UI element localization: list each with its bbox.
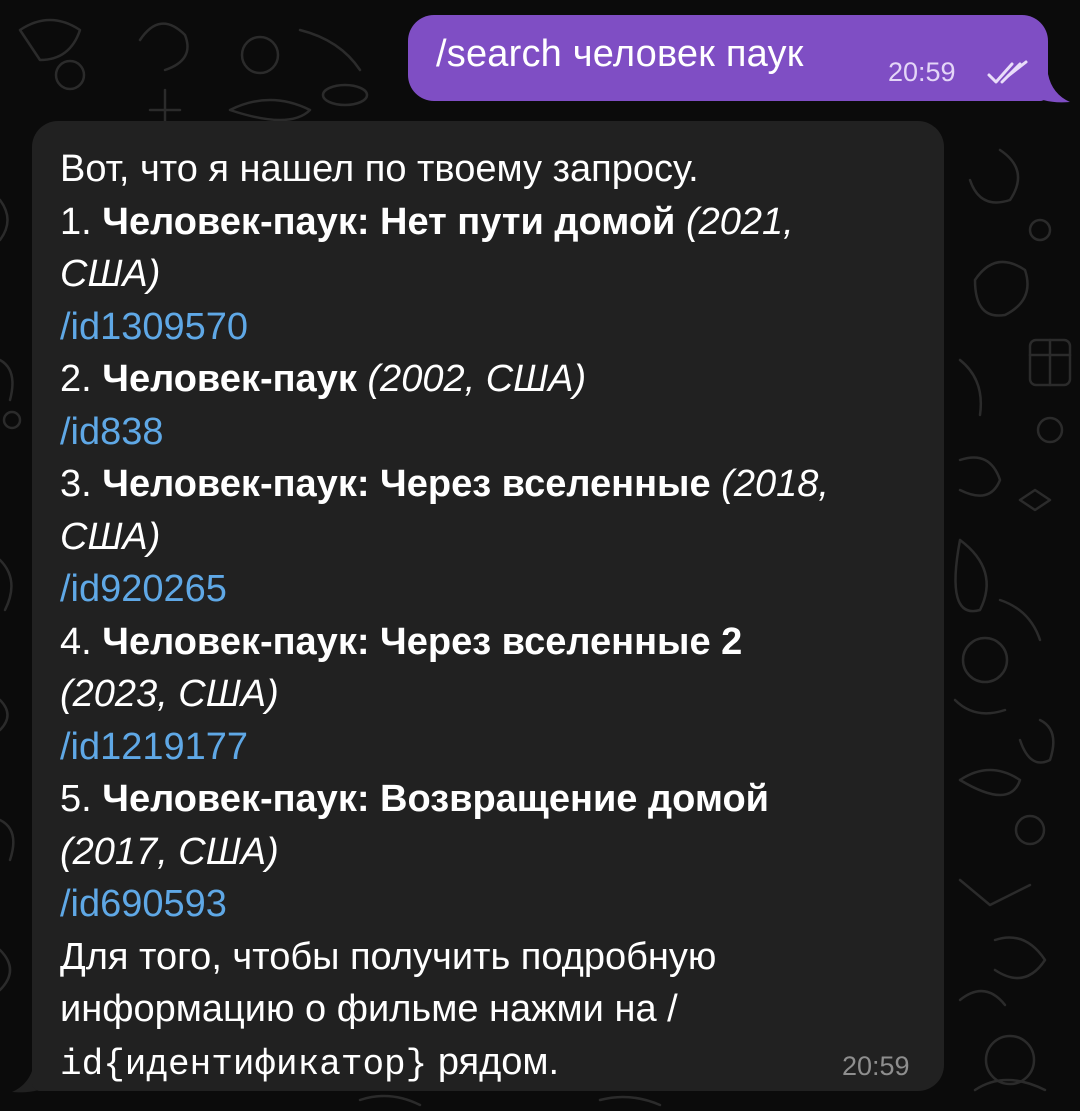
result-3-meta: (2018, <box>710 463 829 505</box>
incoming-message-text: Вот, что я нашел по твоему запросу. 1. Ч… <box>60 143 920 1091</box>
result-4-title: Человек-паук: Через вселенные 2 <box>102 620 743 663</box>
footer-code: id{идентификатор} <box>60 1043 428 1085</box>
result-4-line: 4. Человек-паук: Через вселенные 2 <box>60 616 920 669</box>
footer-rest: рядом. <box>427 1040 560 1083</box>
result-2-line: 2. Человек-паук (2002, США) <box>60 353 920 406</box>
result-5-number: 5. <box>60 778 103 820</box>
result-5-meta: (2017, США) <box>60 830 279 873</box>
result-3-number: 3. <box>60 463 103 505</box>
result-5-line: 5. Человек-паук: Возвращение домой <box>60 773 920 826</box>
result-2-number: 2. <box>60 358 103 400</box>
result-1-meta-continued: США) <box>60 253 161 295</box>
result-1-id-link[interactable]: /id1309570 <box>60 301 920 354</box>
result-4-number: 4. <box>60 620 103 663</box>
footer-line-1: Для того, чтобы получить подробную <box>60 935 717 978</box>
result-1-line: 1. Человек-паук: Нет пути домой (2021, <box>60 196 920 249</box>
result-3-title: Человек-паук: Через вселенные <box>102 463 711 505</box>
outgoing-message-time: 20:59 <box>888 57 956 87</box>
result-3-line: 3. Человек-паук: Через вселенные (2018, <box>60 458 920 511</box>
result-3-id-link[interactable]: /id920265 <box>60 563 920 616</box>
footer-line-3: id{идентификатор} рядом. <box>60 1036 920 1092</box>
intro-line: Вот, что я нашел по твоему запросу. <box>60 148 699 190</box>
footer-line-2: информацию о фильме нажми на / <box>60 988 678 1030</box>
result-5-id-link[interactable]: /id690593 <box>60 878 920 931</box>
result-1-number: 1. <box>60 200 103 243</box>
result-4-meta: (2023, США) <box>60 673 279 715</box>
result-2-title: Человек-паук <box>102 358 357 400</box>
result-4-id-link[interactable]: /id1219177 <box>60 721 920 774</box>
incoming-message-time: 20:59 <box>842 1051 910 1081</box>
result-2-id-link[interactable]: /id838 <box>60 406 920 459</box>
result-1-title: Человек-паук: Нет пути домой <box>102 200 676 243</box>
double-check-read-icon <box>987 60 1028 84</box>
outgoing-message-bubble[interactable]: /search человек паук 20:59 <box>408 15 1048 101</box>
outgoing-message-text: /search человек паук <box>436 33 804 75</box>
result-1-meta: (2021, <box>675 200 794 243</box>
result-2-meta: (2002, США) <box>356 358 587 400</box>
incoming-message-bubble[interactable]: Вот, что я нашел по твоему запросу. 1. Ч… <box>32 121 944 1091</box>
result-5-title: Человек-паук: Возвращение домой <box>102 778 770 820</box>
result-3-meta-continued: США) <box>60 515 161 558</box>
